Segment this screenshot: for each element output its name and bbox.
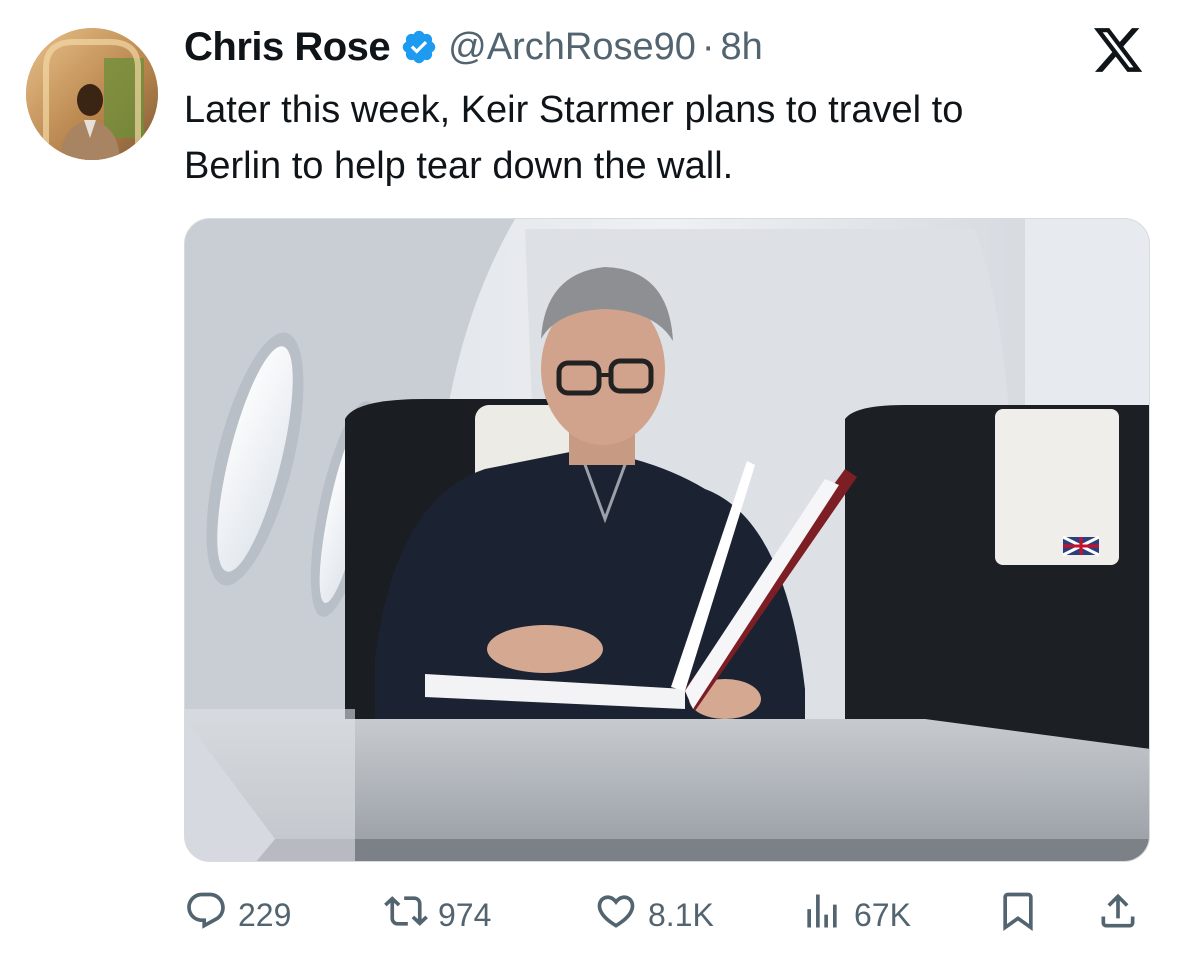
share-button[interactable] xyxy=(1096,884,1140,946)
tweet-text-line: Berlin to help tear down the wall. xyxy=(184,145,734,187)
views-button[interactable]: 67K xyxy=(800,884,911,946)
views-count: 67K xyxy=(854,896,911,933)
like-button[interactable]: 8.1K xyxy=(594,884,714,946)
author-handle[interactable]: @ArchRose90 xyxy=(448,26,696,69)
like-count: 8.1K xyxy=(648,896,714,933)
x-logo-icon xyxy=(1094,28,1144,74)
bookmark-button[interactable] xyxy=(996,884,1040,946)
repost-icon xyxy=(384,889,428,941)
verified-badge-icon xyxy=(400,28,438,66)
bookmark-icon xyxy=(996,889,1040,941)
reply-icon xyxy=(184,889,228,941)
tweet: Chris Rose @ArchRose90 · 8h Later this w… xyxy=(0,0,1178,966)
tweet-media-photo[interactable] xyxy=(184,218,1150,862)
tweet-text-line: Later this week, Keir Starmer plans to t… xyxy=(184,89,964,131)
avatar[interactable] xyxy=(26,28,158,160)
heart-icon xyxy=(594,889,638,941)
separator-dot: · xyxy=(701,25,715,68)
repost-count: 974 xyxy=(438,896,492,933)
tweet-action-bar: 229 974 8.1K 67K xyxy=(184,884,1150,946)
author-name[interactable]: Chris Rose xyxy=(184,25,391,70)
reply-button[interactable]: 229 xyxy=(184,884,291,946)
tweet-text: Later this week, Keir Starmer plans to t… xyxy=(184,82,1144,194)
timestamp[interactable]: 8h xyxy=(721,26,763,69)
repost-button[interactable]: 974 xyxy=(384,884,491,946)
share-icon xyxy=(1096,889,1140,941)
tweet-header: Chris Rose @ArchRose90 · 8h xyxy=(184,22,763,72)
reply-count: 229 xyxy=(238,896,292,933)
views-chart-icon xyxy=(800,889,844,941)
